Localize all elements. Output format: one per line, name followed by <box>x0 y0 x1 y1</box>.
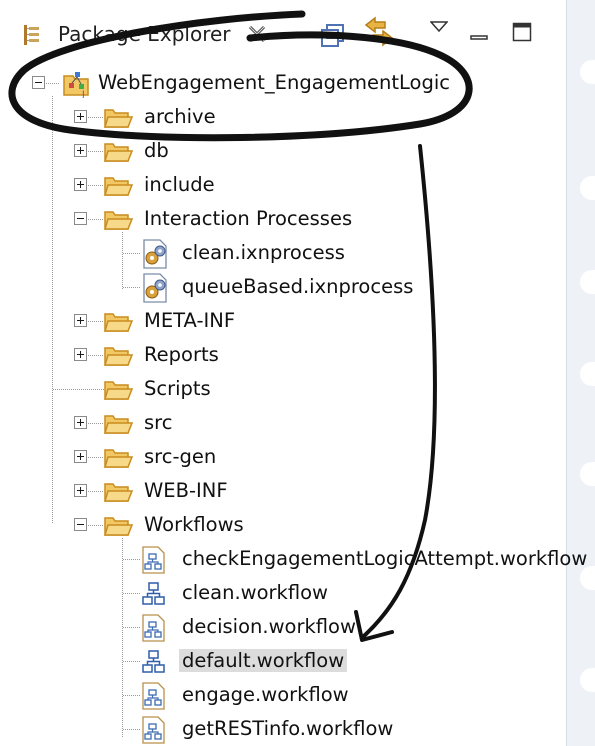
tree-row-decision-workflow[interactable]: decision.workflow <box>0 612 566 644</box>
item-label: engage.workflow <box>182 683 349 706</box>
workflow-file-icon <box>141 716 167 746</box>
item-label: checkEngagementLogicAttempt.workflow <box>182 547 588 570</box>
item-label: getRESTinfo.workflow <box>182 717 394 740</box>
item-label: WEB-INF <box>144 479 228 502</box>
expand-toggle[interactable] <box>74 450 87 463</box>
project-label: WebEngagement_EngagementLogic <box>98 71 450 94</box>
tree-row-engage-workflow[interactable]: engage.workflow <box>0 680 566 712</box>
tree-row-web-inf[interactable]: WEB-INF <box>0 476 566 508</box>
collapse-toggle[interactable] <box>74 518 87 531</box>
workflow-file-icon <box>141 614 167 646</box>
item-label: Reports <box>144 343 219 366</box>
folder-icon <box>103 379 134 405</box>
folder-icon <box>103 447 134 473</box>
expand-toggle[interactable] <box>74 144 87 157</box>
tree-row-db[interactable]: db <box>0 136 566 168</box>
item-label: clean.ixnprocess <box>182 241 345 264</box>
expand-toggle[interactable] <box>74 110 87 123</box>
folder-icon <box>103 515 134 541</box>
item-label: Interaction Processes <box>144 207 353 230</box>
tree-row-include[interactable]: include <box>0 170 566 202</box>
folder-icon <box>103 141 134 167</box>
tree-row-project[interactable]: J WebEngagement_EngagementLogic <box>0 68 566 100</box>
tree-row-interaction-processes[interactable]: Interaction Processes <box>0 204 566 236</box>
tree-row-scripts[interactable]: Scripts <box>0 374 566 406</box>
collapse-toggle[interactable] <box>32 76 45 89</box>
folder-icon <box>103 209 134 235</box>
project-icon: J <box>62 70 92 102</box>
tree-row-archive[interactable]: archive <box>0 102 566 134</box>
item-label: archive <box>144 105 216 128</box>
item-label: db <box>144 139 169 162</box>
expand-toggle[interactable] <box>74 178 87 191</box>
workflow-icon <box>141 581 167 611</box>
folder-icon <box>103 413 134 439</box>
item-label: decision.workflow <box>182 615 356 638</box>
item-label: src-gen <box>144 445 217 468</box>
item-label: src <box>144 411 173 434</box>
tree-row-queuebased-ixnprocess[interactable]: queueBased.ixnprocess <box>0 272 566 304</box>
project-tree: J WebEngagement_EngagementLogic archive … <box>0 0 587 746</box>
tree-row-src[interactable]: src <box>0 408 566 440</box>
svg-text:J: J <box>81 90 85 98</box>
item-label: queueBased.ixnprocess <box>182 275 414 298</box>
item-label: META-INF <box>144 309 236 332</box>
folder-icon <box>103 345 134 371</box>
package-explorer-view: Package Explorer J WebEngagement_Engagem… <box>0 0 595 746</box>
expand-toggle[interactable] <box>74 348 87 361</box>
collapse-toggle[interactable] <box>74 212 87 225</box>
item-label: default.workflow <box>179 649 348 672</box>
ixnprocess-icon <box>141 273 171 307</box>
folder-icon <box>103 481 134 507</box>
item-label: Workflows <box>144 513 244 536</box>
tree-row-clean-workflow[interactable]: clean.workflow <box>0 578 566 610</box>
tree-row-getrestinfo-workflow[interactable]: getRESTinfo.workflow <box>0 714 566 746</box>
tree-row-reports[interactable]: Reports <box>0 340 566 372</box>
workflow-file-icon <box>141 682 167 714</box>
expand-toggle[interactable] <box>74 314 87 327</box>
tree-row-checkengagementlogicattempt-workflow[interactable]: checkEngagementLogicAttempt.workflow <box>0 544 587 578</box>
expand-toggle[interactable] <box>74 416 87 429</box>
item-label: clean.workflow <box>182 581 328 604</box>
workflow-file-icon <box>141 546 167 578</box>
folder-icon <box>103 175 134 201</box>
item-label: include <box>144 173 215 196</box>
workflow-icon <box>141 649 167 679</box>
tree-row-src-gen[interactable]: src-gen <box>0 442 566 474</box>
ixnprocess-icon <box>141 239 171 273</box>
expand-toggle[interactable] <box>74 484 87 497</box>
item-label: Scripts <box>144 377 211 400</box>
tree-row-workflows[interactable]: Workflows <box>0 510 566 542</box>
folder-icon <box>103 311 134 337</box>
folder-icon <box>103 107 134 133</box>
tree-row-default-workflow[interactable]: default.workflow <box>0 646 566 678</box>
tree-row-meta-inf[interactable]: META-INF <box>0 306 566 338</box>
tree-row-clean-ixnprocess[interactable]: clean.ixnprocess <box>0 238 566 270</box>
